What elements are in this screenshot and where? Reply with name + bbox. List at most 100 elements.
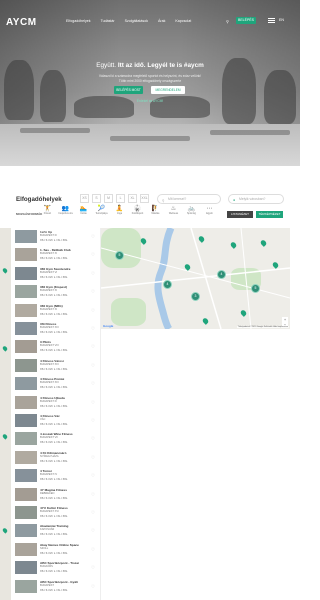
favorite-heart-icon[interactable]: ♡ <box>91 381 95 387</box>
venue-list-item[interactable]: 3fit Fitness BUDAPEST XIII XS / S / M / L … <box>13 322 99 336</box>
venue-list-item[interactable]: Akademiai Training KAPOSVÁR XS / S / M / L… <box>13 524 99 538</box>
nav-link-services[interactable]: Szolgáltatások <box>125 19 148 23</box>
venue-list-item[interactable]: ABC Sportközpont - Gyáli BUDAPEST XS / S /… <box>13 579 99 594</box>
size-chip[interactable]: M <box>104 194 113 203</box>
nav-link-venues[interactable]: Elfogadóhelyek <box>66 19 91 23</box>
favorite-heart-icon[interactable]: ♡ <box>91 528 95 534</box>
venue-list-item[interactable]: 360 Gym (NRG) BUDAPEST XI XS / S / M / L /… <box>13 303 99 318</box>
list-view-button[interactable]: LISTANÉZET <box>227 211 253 218</box>
venue-list-item[interactable]: 4Y Magma Fitness DEBRECEN XS / S / M / L /… <box>13 487 99 502</box>
hero-title-a: Együtt. <box>96 62 118 69</box>
favorite-heart-icon[interactable]: ♡ <box>91 234 95 240</box>
size-chip[interactable]: L <box>116 194 125 203</box>
location-input[interactable]: ● Melyik városban? <box>228 194 284 204</box>
language-switch[interactable]: EN <box>279 18 284 22</box>
venue-list-item[interactable]: 4 Fit Kilimanzsáró NYÍREGYHÁZA XS / S / M … <box>13 450 99 465</box>
venue-list-item[interactable]: 360 Gym Szentendre BUDAPEST VI XS / S / M … <box>13 266 99 281</box>
venue-list-item[interactable]: 1st'n Up BUDAPEST III XS / S / M / L / XL … <box>13 230 99 244</box>
login-button[interactable]: BELÉPÉS <box>236 17 256 24</box>
sport-filter-item[interactable]: ⋯ Egyéb <box>202 206 217 216</box>
venue-list-item[interactable]: 360 Gym (Kispest) BUDAPEST XI XS / S / M /… <box>13 285 99 299</box>
venue-list-item[interactable]: 1. Sas - Délibáb Club BUDAPEST XI XS / S /… <box>13 248 99 262</box>
venue-list-item[interactable]: 4 Fitness Pomáz BUDAPEST XIII XS / S / M /… <box>13 377 99 391</box>
sport-filter-item[interactable]: 🥋 Küzdősport <box>130 206 145 216</box>
favorite-heart-icon[interactable]: ♡ <box>91 326 95 332</box>
favorite-heart-icon[interactable]: ♡ <box>91 436 95 442</box>
favorite-heart-icon[interactable]: ♡ <box>91 565 95 571</box>
venue-packages: XS / S / M / L / XL / XXL <box>40 367 68 371</box>
menu-icon[interactable] <box>268 18 275 23</box>
favorite-heart-icon[interactable]: ♡ <box>91 473 95 479</box>
favorite-heart-icon[interactable]: ♡ <box>91 289 95 295</box>
sport-filter-item[interactable]: 👥 Csoportos óra <box>58 206 73 216</box>
map-cluster[interactable]: 5 <box>115 251 124 260</box>
venue-list-item[interactable]: 4 Fitness Városi BUDAPEST XIII XS / S / M … <box>13 358 99 373</box>
favorite-heart-icon[interactable]: ♡ <box>91 271 95 277</box>
hero-primary-button[interactable]: BELÉPÉS MOST <box>114 86 143 94</box>
venue-packages: XS / S / M / L / XL / XXL <box>40 257 68 261</box>
venue-name[interactable]: 4 Fitness Vác <box>40 414 90 418</box>
sport-filter-item[interactable]: 🏋 Fitnesz <box>40 206 55 216</box>
venue-thumbnail <box>15 506 37 519</box>
venue-list-item[interactable]: 4 Tomor BUDAPEST IV XS / S / M / L / XL / … <box>13 469 99 483</box>
favorite-heart-icon[interactable]: ♡ <box>91 344 95 350</box>
favorite-heart-icon[interactable]: ♡ <box>91 584 95 590</box>
venue-list-item[interactable]: 4 Fitness Vác VÁC XS / S / M / L / XL / XX… <box>13 414 99 428</box>
user-icon[interactable]: ⚲ <box>226 19 229 24</box>
favorite-heart-icon[interactable]: ♡ <box>91 400 95 406</box>
hero-secondary-button[interactable]: MEGRENDELEM <box>151 86 185 94</box>
venue-list-item[interactable]: 4 Fitness Ujbuda BUDAPEST III XS / S / M /… <box>13 395 99 410</box>
size-chip[interactable]: S <box>92 194 101 203</box>
size-chip[interactable]: XXL <box>140 194 149 203</box>
map-pin-icon[interactable] <box>1 267 9 274</box>
search-input[interactable]: ⚲ Mit keresel? <box>157 194 221 204</box>
map-cluster[interactable]: 5 <box>251 284 260 293</box>
sport-filter-label: Wellness <box>168 213 179 215</box>
favorite-heart-icon[interactable]: ♡ <box>91 363 95 369</box>
favorite-heart-icon[interactable]: ♡ <box>91 418 95 424</box>
venue-list-item[interactable]: 4YU Kultúr Fitness BUDAPEST XVI XS / S / M… <box>13 506 99 520</box>
size-chip[interactable]: XL <box>128 194 137 203</box>
hero-link[interactable]: Érdekel az AYCM! <box>0 99 300 103</box>
venue-packages: XS / S / M / L / XL / XXL <box>40 441 68 445</box>
nav-links: Elfogadóhelyek Tudástár Szolgáltatások Á… <box>66 19 191 23</box>
map-cluster[interactable]: 4 <box>217 270 226 279</box>
sport-filter-item[interactable]: 🚲 Spinning <box>184 206 199 216</box>
search-placeholder: Mit keresel? <box>168 197 187 201</box>
favorite-heart-icon[interactable]: ♡ <box>91 308 95 314</box>
map-pin-icon[interactable] <box>1 345 9 352</box>
sport-filter-item[interactable]: 🏊 Úszás <box>76 206 91 216</box>
favorite-heart-icon[interactable]: ♡ <box>91 252 95 258</box>
map-view-button[interactable]: TÉRKÉPNÉZET <box>256 211 283 218</box>
favorite-heart-icon[interactable]: ♡ <box>91 510 95 516</box>
sport-filter-item[interactable]: 🧗 Mászás <box>148 206 163 216</box>
size-chip[interactable]: XS <box>80 194 89 203</box>
map-pin-icon[interactable] <box>1 527 9 534</box>
map-cluster[interactable]: 4 <box>163 280 172 289</box>
yoga-icon: 🧘 <box>115 206 124 212</box>
map-pin-icon[interactable] <box>1 433 9 440</box>
venue-map[interactable]: 5 4 3 4 5 + − Google Térképadatok ©2020 G… <box>101 228 290 329</box>
hero-subtitle-2: Több mint 2000 elfogadóhely országszerte <box>118 79 182 83</box>
venue-list-item[interactable]: Akay Nemes Online Space SZOLL XS / S / M /… <box>13 542 99 557</box>
sport-filter-item[interactable]: ♨ Wellness <box>166 206 181 216</box>
favorite-heart-icon[interactable]: ♡ <box>91 455 95 461</box>
map-cluster[interactable]: 3 <box>191 292 200 301</box>
sport-filter-item[interactable]: 🎾 Teniszpálya <box>94 206 109 216</box>
venue-address: BUDAÖRS <box>40 565 53 569</box>
nav-link-contact[interactable]: Kapcsolat <box>175 19 191 23</box>
map-attribution[interactable]: Térképadatok ©2020 Google Feltételek Hib… <box>236 326 289 328</box>
nav-link-knowledge[interactable]: Tudástár <box>101 19 115 23</box>
venue-list-item[interactable]: 4 évszak Wine Fitness BUDAPEST VII XS / S … <box>13 432 99 446</box>
venue-thumbnail <box>15 542 37 556</box>
favorite-heart-icon[interactable]: ♡ <box>91 547 95 553</box>
favorite-heart-icon[interactable]: ♡ <box>91 492 95 498</box>
venue-packages: XS / S / M / L / XL / XXL <box>40 570 68 574</box>
venue-thumbnail <box>15 230 37 243</box>
nav-link-prices[interactable]: Árak <box>158 19 165 23</box>
logo[interactable]: AYCM <box>6 17 37 28</box>
venue-list-item[interactable]: 3 Pilots BUDAPEST VIII XS / S / M / L / XL… <box>13 340 99 354</box>
venue-thumbnail <box>15 561 37 575</box>
sport-filter-item[interactable]: 🧘 Jóga <box>112 206 127 216</box>
venue-list-item[interactable]: ABC Sportközpont - Tiszai BUDAÖRS XS / S /… <box>13 561 99 575</box>
